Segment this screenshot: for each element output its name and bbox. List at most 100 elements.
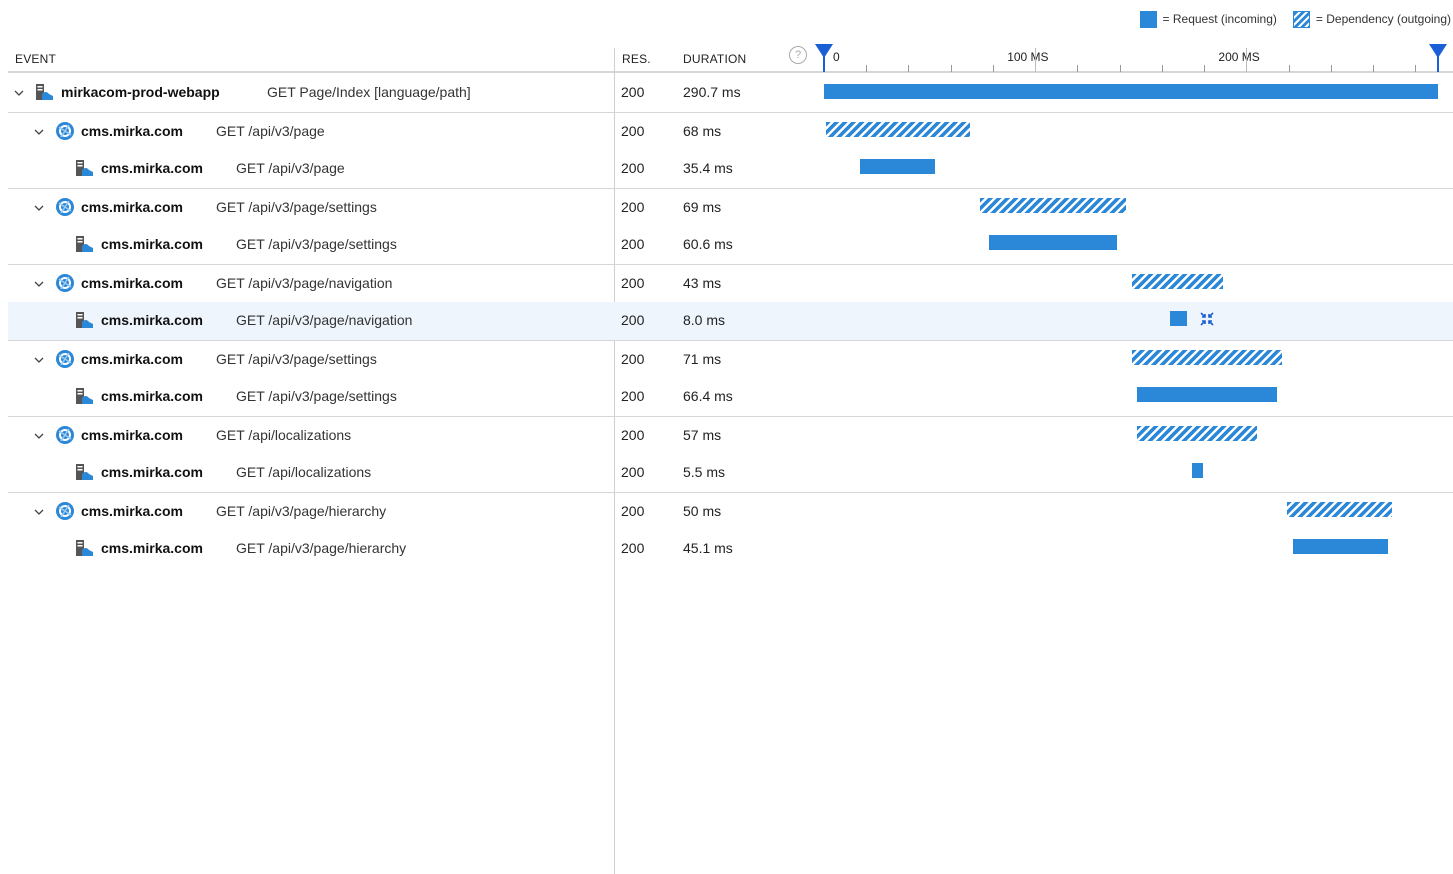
duration-value: 68 ms	[683, 122, 722, 139]
operation-name: GET /api/v3/page/settings	[236, 236, 397, 252]
transaction-row[interactable]: cms.mirka.com GET /api/v3/page/hierarchy 2…	[8, 530, 1453, 568]
transaction-row[interactable]: cms.mirka.com GET /api/v3/page/settings 20…	[8, 378, 1453, 416]
axis-tick	[1373, 65, 1375, 72]
dependency-globe-icon	[55, 273, 74, 292]
request-bar[interactable]	[859, 159, 935, 174]
result-code: 200	[621, 84, 645, 100]
dependency-globe-icon	[55, 349, 74, 368]
duration-value: 35.4 ms	[683, 160, 733, 176]
chevron-down-icon[interactable]	[34, 428, 44, 439]
chevron-down-icon[interactable]	[34, 504, 44, 515]
duration-value: 45.1 ms	[683, 540, 733, 556]
legend: = Request (incoming) = Dependency (outgo…	[1124, 10, 1451, 28]
operation-name: GET /api/v3/page/settings	[216, 350, 377, 367]
operation-name: GET /api/v3/page/settings	[216, 198, 377, 215]
result-code: 200	[621, 426, 645, 443]
dependency-bar[interactable]	[980, 197, 1127, 213]
duration-value: 71 ms	[683, 350, 722, 367]
axis-tick	[1288, 65, 1290, 72]
duration-value: 66.4 ms	[683, 388, 733, 404]
operation-name: GET /api/v3/page/hierarchy	[236, 540, 407, 556]
result-code: 200	[621, 312, 645, 328]
chevron-down-icon[interactable]	[14, 85, 24, 96]
transaction-row[interactable]: cms.mirka.com GET /api/v3/page/settings 20…	[8, 189, 1453, 227]
duration-value: 8.0 ms	[683, 312, 726, 328]
server-request-icon	[75, 311, 94, 330]
transaction-row[interactable]: cms.mirka.com GET /api/v3/page/navigation…	[8, 302, 1453, 340]
service-name: cms.mirka.com	[81, 350, 183, 367]
server-request-icon	[75, 539, 94, 558]
duration-value: 5.5 ms	[683, 464, 726, 480]
axis-tick	[992, 65, 994, 72]
chevron-down-icon[interactable]	[34, 352, 44, 363]
dependency-bar[interactable]	[1136, 425, 1257, 441]
transaction-row[interactable]: cms.mirka.com GET /api/localizations 200 5.…	[8, 454, 1453, 492]
request-bar[interactable]	[1136, 387, 1277, 402]
result-code: 200	[621, 236, 645, 252]
axis-tick	[1035, 48, 1037, 72]
column-duration[interactable]: DURATION	[683, 52, 746, 66]
operation-name: GET /api/v3/page/hierarchy	[216, 502, 387, 519]
transaction-row[interactable]: cms.mirka.com GET /api/v3/page 200 68 ms	[8, 113, 1453, 151]
result-code: 200	[621, 540, 645, 556]
result-code: 200	[621, 122, 645, 139]
transaction-row[interactable]: cms.mirka.com GET /api/v3/page/settings 20…	[8, 341, 1453, 379]
request-bar[interactable]	[1170, 311, 1188, 326]
operation-name: GET /api/localizations	[216, 426, 352, 443]
range-start-marker-stem[interactable]	[823, 56, 825, 72]
axis-tick-label: 200 MS	[1218, 50, 1260, 64]
request-bar[interactable]	[988, 235, 1117, 250]
service-name: cms.mirka.com	[101, 388, 203, 404]
server-request-icon	[75, 159, 94, 178]
operation-name: GET /api/v3/page	[216, 122, 325, 139]
server-request-icon	[75, 235, 94, 254]
legend-dependency-label: = Dependency (outgoing)	[1315, 12, 1451, 26]
dependency-globe-icon	[55, 425, 74, 444]
transaction-row[interactable]: cms.mirka.com GET /api/localizations 200 57…	[8, 417, 1453, 455]
request-bar[interactable]	[1191, 463, 1204, 478]
axis-tick	[1077, 65, 1079, 72]
service-name: cms.mirka.com	[81, 122, 183, 139]
dependency-bar[interactable]	[1132, 273, 1224, 289]
dependency-bar[interactable]	[1286, 501, 1393, 517]
range-end-marker-stem[interactable]	[1437, 56, 1439, 72]
axis-tick	[1415, 65, 1417, 72]
transaction-row[interactable]: cms.mirka.com GET /api/v3/page 200 35.4 ms	[8, 150, 1453, 188]
result-code: 200	[621, 350, 645, 367]
request-bar[interactable]	[1292, 539, 1389, 554]
operation-name: GET Page/Index [language/path]	[267, 84, 471, 100]
service-name: cms.mirka.com	[81, 274, 183, 291]
operation-name: GET /api/localizations	[236, 464, 372, 480]
dependency-bar[interactable]	[1132, 349, 1283, 365]
collapse-arrows-icon[interactable]	[1199, 311, 1215, 327]
column-event[interactable]: EVENT	[15, 52, 56, 66]
transaction-row[interactable]: cms.mirka.com GET /api/v3/page/navigation…	[8, 265, 1453, 303]
service-name: cms.mirka.com	[101, 236, 203, 252]
dependency-globe-icon	[55, 121, 74, 140]
dependency-bar[interactable]	[826, 121, 970, 137]
axis-tick	[1246, 48, 1248, 72]
column-res[interactable]: RES.	[622, 52, 651, 66]
legend-request: = Request (incoming)	[1139, 10, 1277, 28]
transaction-row[interactable]: cms.mirka.com GET /api/v3/page/settings 20…	[8, 226, 1453, 264]
chevron-down-icon[interactable]	[34, 276, 44, 287]
request-swatch-icon	[1139, 10, 1157, 28]
service-name: cms.mirka.com	[101, 312, 203, 328]
result-code: 200	[621, 388, 645, 404]
axis-tick	[908, 65, 910, 72]
request-bar[interactable]	[824, 84, 1438, 99]
duration-value: 290.7 ms	[683, 84, 741, 100]
transaction-row[interactable]: cms.mirka.com GET /api/v3/page/hierarchy 2…	[8, 493, 1453, 531]
help-icon[interactable]: ?	[789, 46, 807, 64]
service-name: mirkacom-prod-webapp	[61, 84, 220, 100]
operation-name: GET /api/v3/page/navigation	[216, 274, 393, 291]
service-name: cms.mirka.com	[81, 198, 183, 215]
axis-tick-label: 0	[833, 50, 840, 64]
server-request-icon	[75, 463, 94, 482]
chevron-down-icon[interactable]	[34, 124, 44, 135]
timeline-axis: 0 100 MS 200 MS	[815, 44, 1447, 72]
chevron-down-icon[interactable]	[34, 200, 44, 211]
service-name: cms.mirka.com	[101, 540, 203, 556]
service-name: cms.mirka.com	[81, 426, 183, 443]
transaction-row[interactable]: mirkacom-prod-webapp GET Page/Index [lang…	[8, 74, 1453, 112]
